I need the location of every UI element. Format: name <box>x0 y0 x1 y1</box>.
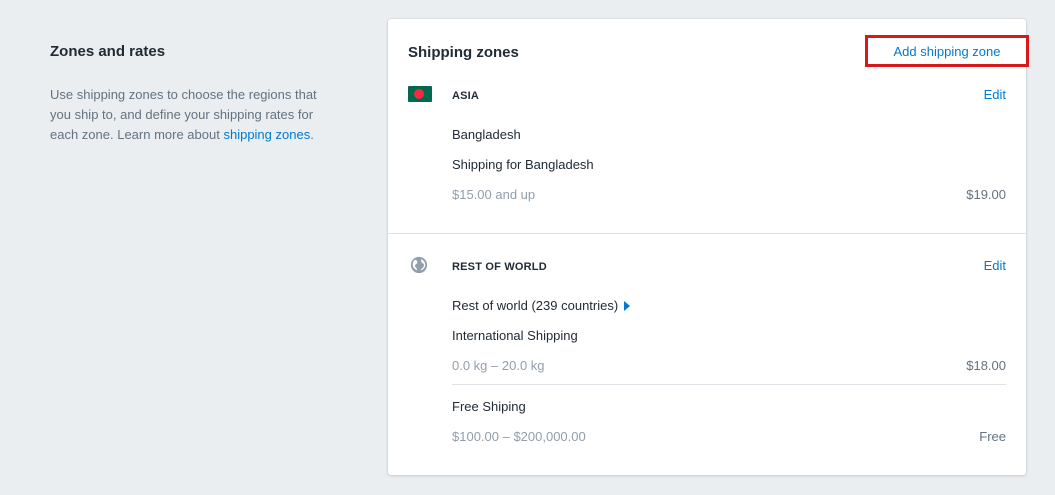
rate-condition: $100.00 – $200,000.00 <box>452 429 586 444</box>
rate-condition: 0.0 kg – 20.0 kg <box>452 358 545 373</box>
zone-countries: Rest of world (239 countries) <box>452 298 631 313</box>
zone-divider <box>388 233 1026 234</box>
rate-name: International Shipping <box>452 328 578 343</box>
edit-zone-asia-link[interactable]: Edit <box>984 87 1006 102</box>
rate-price: $19.00 <box>966 187 1006 202</box>
shipping-zones-card: Shipping zones Add shipping zone ASIA Ed… <box>388 19 1029 475</box>
zone-countries: Bangladesh <box>452 127 521 142</box>
section-description: Use shipping zones to choose the regions… <box>50 85 320 145</box>
globe-icon <box>410 256 428 274</box>
rate-price: $18.00 <box>966 358 1006 373</box>
zone-countries-text: Rest of world (239 countries) <box>452 298 619 313</box>
shipping-settings-page: Zones and rates Use shipping zones to ch… <box>0 0 1055 495</box>
section-description-suffix: . <box>310 127 314 142</box>
rate-condition: $15.00 and up <box>452 187 536 202</box>
rate-price: Free <box>979 429 1006 444</box>
card-title: Shipping zones <box>408 44 519 61</box>
caret-right-icon[interactable] <box>624 301 631 311</box>
rate-divider <box>452 384 1006 385</box>
zone-name: REST OF WORLD <box>452 261 547 273</box>
section-title: Zones and rates <box>50 43 166 60</box>
section-annotation: Zones and rates Use shipping zones to ch… <box>50 42 320 145</box>
rate-name: Shipping for Bangladesh <box>452 157 594 172</box>
rate-name: Free Shiping <box>452 399 526 414</box>
add-shipping-zone-button[interactable]: Add shipping zone <box>865 35 1029 67</box>
zone-name: ASIA <box>452 90 480 102</box>
bangladesh-flag-icon <box>408 86 432 102</box>
edit-zone-rest-of-world-link[interactable]: Edit <box>984 258 1006 273</box>
shipping-zones-link[interactable]: shipping zones <box>223 127 310 142</box>
